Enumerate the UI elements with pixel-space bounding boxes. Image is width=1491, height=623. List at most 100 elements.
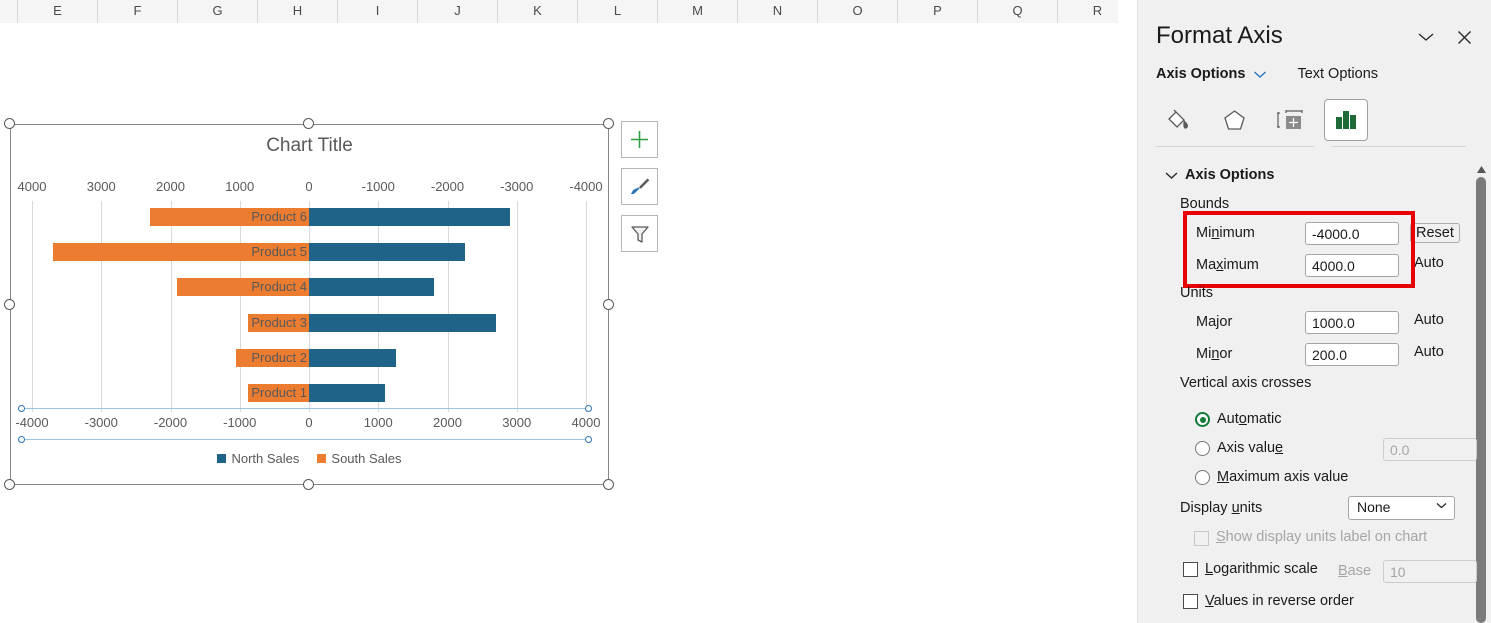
axis-handle-bl[interactable] bbox=[18, 436, 25, 443]
chart-plot-area[interactable]: Product 6 Product 5 Product 4 Product 3 Prod… bbox=[32, 201, 587, 412]
axis-handle-tr[interactable] bbox=[585, 405, 592, 412]
major-label: Major bbox=[1196, 314, 1233, 330]
axis-handle-br[interactable] bbox=[585, 436, 592, 443]
axis-value-input[interactable] bbox=[1383, 438, 1477, 461]
legend-item-south-sales[interactable]: South Sales bbox=[317, 451, 402, 466]
major-unit-input[interactable] bbox=[1305, 311, 1399, 334]
task-pane-tab-bar[interactable]: Axis Options Text Options bbox=[1156, 66, 1378, 82]
reset-button[interactable]: Reset bbox=[1410, 223, 1460, 243]
chart-bar[interactable] bbox=[309, 383, 386, 402]
chart-handle-top-right[interactable] bbox=[603, 118, 614, 129]
chart-styles-button[interactable] bbox=[621, 168, 658, 205]
task-pane-scrollbar[interactable] bbox=[1474, 163, 1488, 623]
display-units-label: Display units bbox=[1180, 500, 1263, 516]
chart-bar-row[interactable]: Product 6 bbox=[32, 201, 586, 236]
display-units-value: None bbox=[1357, 499, 1391, 515]
fill-line-icon[interactable] bbox=[1156, 99, 1200, 141]
size-properties-icon[interactable] bbox=[1268, 99, 1312, 141]
axis-options-caret-icon[interactable] bbox=[1253, 70, 1267, 79]
chart-handle-bottom-left[interactable] bbox=[4, 479, 15, 490]
maximum-input[interactable] bbox=[1305, 254, 1399, 277]
column-header-i[interactable]: I bbox=[338, 0, 418, 23]
task-pane-title: Format Axis bbox=[1156, 22, 1283, 49]
minor-auto-button[interactable]: Auto bbox=[1414, 344, 1444, 360]
task-pane-icon-tabs[interactable] bbox=[1156, 99, 1368, 141]
chart-handle-top-left[interactable] bbox=[4, 118, 15, 129]
chart-bar-row[interactable]: Product 4 bbox=[32, 271, 586, 306]
legend-item-north-sales[interactable]: North Sales bbox=[217, 451, 299, 466]
show-display-units-label-checkbox[interactable] bbox=[1194, 531, 1209, 546]
secondary-axis-tick-labels[interactable]: 4000 3000 2000 1000 0 -1000 -2000 -3000 -4000 bbox=[11, 179, 608, 197]
minor-unit-input[interactable] bbox=[1305, 343, 1399, 366]
chart-category-label[interactable]: Product 5 bbox=[251, 243, 309, 261]
chart-bar-row[interactable]: Product 3 bbox=[32, 307, 586, 342]
chart-bar[interactable] bbox=[309, 313, 496, 332]
axis-handle-tl[interactable] bbox=[18, 405, 25, 412]
column-header-k[interactable]: K bbox=[498, 0, 578, 23]
base-label: Base bbox=[1338, 563, 1372, 579]
column-header-r[interactable]: R bbox=[1058, 0, 1118, 23]
logarithmic-scale-checkbox[interactable] bbox=[1183, 562, 1198, 577]
axis-options-section-label: Axis Options bbox=[1185, 167, 1275, 183]
chart-category-label[interactable]: Product 6 bbox=[251, 208, 309, 226]
chart-bar[interactable] bbox=[309, 348, 396, 367]
tab-text-options[interactable]: Text Options bbox=[1297, 66, 1378, 82]
chart-bar[interactable] bbox=[309, 278, 434, 297]
effects-icon[interactable] bbox=[1212, 99, 1256, 141]
chart-category-label[interactable]: Product 3 bbox=[251, 314, 309, 332]
column-header-h[interactable]: H bbox=[258, 0, 338, 23]
pane-scroll-thumb[interactable] bbox=[1476, 177, 1486, 623]
axis-tick-label: -4000 bbox=[569, 179, 603, 194]
chart-bar[interactable] bbox=[309, 243, 465, 262]
task-pane-collapse-button[interactable] bbox=[1413, 24, 1439, 50]
row-header-corner[interactable] bbox=[0, 0, 18, 23]
column-header-n[interactable]: N bbox=[738, 0, 818, 23]
base-input[interactable] bbox=[1383, 560, 1477, 583]
radio-automatic[interactable] bbox=[1195, 412, 1210, 427]
chart-bar-row[interactable]: Product 5 bbox=[32, 236, 586, 271]
chart-title[interactable]: Chart Title bbox=[11, 135, 608, 157]
chart-handle-middle-left[interactable] bbox=[4, 299, 15, 310]
chart-object[interactable]: Chart Title 4000 3000 2000 1000 0 -1000 -2000 -… bbox=[10, 124, 609, 485]
column-header-row: E F G H I J K L M N O P Q R bbox=[0, 0, 1118, 23]
column-header-o[interactable]: O bbox=[818, 0, 898, 23]
pane-scroll-up-arrow-icon[interactable] bbox=[1475, 163, 1487, 175]
chart-handle-middle-right[interactable] bbox=[603, 299, 614, 310]
radio-maximum-axis-value[interactable] bbox=[1195, 470, 1210, 485]
column-header-e[interactable]: E bbox=[18, 0, 98, 23]
chart-handle-top-center[interactable] bbox=[303, 118, 314, 129]
major-auto-button[interactable]: Auto bbox=[1414, 312, 1444, 328]
column-header-m[interactable]: M bbox=[658, 0, 738, 23]
active-icon-tab-caret-icon bbox=[1314, 139, 1332, 147]
maximum-auto-button[interactable]: Auto bbox=[1414, 255, 1444, 271]
chart-handle-bottom-right[interactable] bbox=[603, 479, 614, 490]
chart-elements-button[interactable] bbox=[621, 121, 658, 158]
axis-options-chart-icon[interactable] bbox=[1324, 99, 1368, 141]
chart-bar[interactable] bbox=[309, 208, 510, 226]
tab-axis-options[interactable]: Axis Options bbox=[1156, 66, 1245, 82]
axis-tick-label: 1000 bbox=[225, 179, 255, 194]
chart-category-label[interactable]: Product 2 bbox=[251, 349, 309, 367]
chart-bar-row[interactable]: Product 1 bbox=[32, 377, 586, 412]
column-header-f[interactable]: F bbox=[98, 0, 178, 23]
chart-category-label[interactable]: Product 4 bbox=[251, 278, 309, 296]
column-header-j[interactable]: J bbox=[418, 0, 498, 23]
display-units-select[interactable]: None bbox=[1348, 496, 1455, 520]
task-pane-close-button[interactable] bbox=[1451, 24, 1477, 50]
column-header-p[interactable]: P bbox=[898, 0, 978, 23]
column-header-q[interactable]: Q bbox=[978, 0, 1058, 23]
show-display-units-label-text: Show display units label on chart bbox=[1216, 529, 1428, 545]
axis-options-section-header[interactable]: Axis Options bbox=[1165, 167, 1274, 183]
bounds-group-label: Bounds bbox=[1180, 196, 1230, 212]
chart-filters-button[interactable] bbox=[621, 215, 658, 252]
column-header-g[interactable]: G bbox=[178, 0, 258, 23]
chart-bar-row[interactable]: Product 2 bbox=[32, 342, 586, 377]
minimum-input[interactable] bbox=[1305, 222, 1399, 245]
chart-legend[interactable]: North Sales South Sales bbox=[11, 451, 608, 466]
column-header-l[interactable]: L bbox=[578, 0, 658, 23]
chart-handle-bottom-center[interactable] bbox=[303, 479, 314, 490]
selected-horizontal-axis[interactable] bbox=[18, 405, 592, 443]
chart-category-label[interactable]: Product 1 bbox=[251, 384, 309, 402]
values-in-reverse-order-checkbox[interactable] bbox=[1183, 594, 1198, 609]
radio-axis-value[interactable] bbox=[1195, 441, 1210, 456]
